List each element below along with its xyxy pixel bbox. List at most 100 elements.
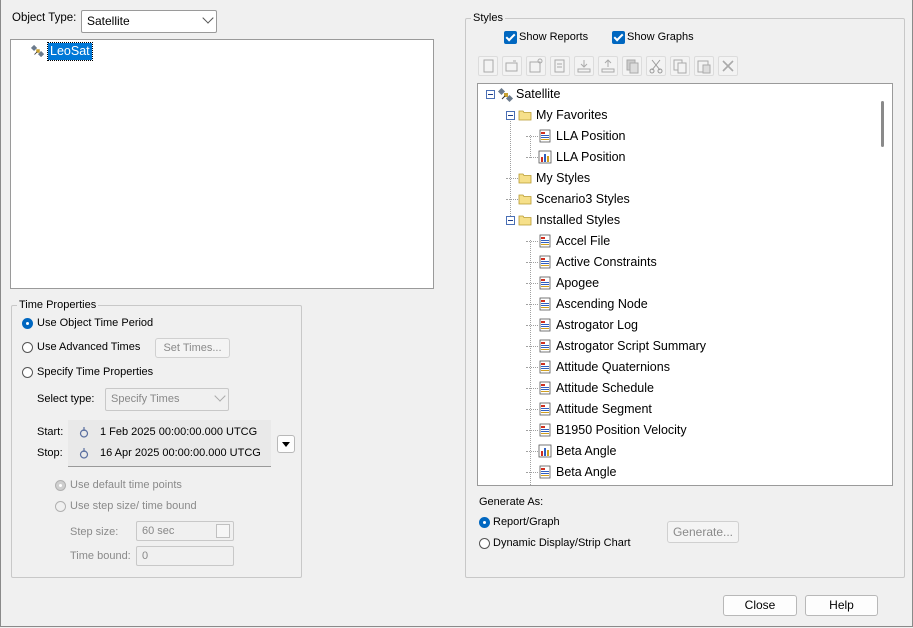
tree-node-style[interactable]: Attitude Segment: [478, 399, 876, 420]
import-button[interactable]: [574, 56, 594, 76]
show-reports-checkbox[interactable]: [504, 31, 517, 44]
object-type-select[interactable]: Satellite: [81, 10, 217, 33]
stop-value[interactable]: 16 Apr 2025 00:00:00.000 UTCG: [100, 447, 261, 459]
generate-button[interactable]: Generate...: [667, 521, 739, 543]
tree-node-folder[interactable]: Scenario3 Styles: [478, 189, 876, 210]
tree-node-style[interactable]: LLA Position: [478, 126, 876, 147]
tree-node-label: Astrogator Script Summary: [556, 339, 707, 353]
help-button[interactable]: Help: [805, 595, 878, 616]
object-type-label: Object Type:: [12, 12, 77, 24]
caret-down-icon: [282, 442, 290, 447]
copy-icon: [673, 59, 687, 74]
tree-node-label: My Styles: [536, 171, 591, 185]
styles-tree[interactable]: Satellite My Favorites LLA Position LLA Pos…: [477, 83, 893, 486]
tree-node-label: LLA Position: [556, 129, 626, 143]
use-default-time-points-radio[interactable]: [55, 480, 66, 491]
tree-branch-line: [526, 367, 538, 368]
tree-branch-line: [526, 409, 538, 410]
tree-node-style[interactable]: Accel File: [478, 231, 876, 252]
graph-style-icon: [538, 444, 552, 458]
cut-button[interactable]: [646, 56, 666, 76]
tree-node-label: Active Constraints: [556, 255, 657, 269]
tree-node-style[interactable]: Apogee: [478, 273, 876, 294]
tree-node-style[interactable]: Attitude Schedule: [478, 378, 876, 399]
tree-branch-line: [526, 388, 538, 389]
report-style-icon: [538, 129, 552, 143]
copy-style-button[interactable]: [622, 56, 642, 76]
tree-node-label: Apogee: [556, 276, 600, 290]
tree-node-style[interactable]: LLA Position: [478, 147, 876, 168]
folder-icon: [518, 192, 532, 206]
report-style-icon: [538, 402, 552, 416]
copy-button[interactable]: [670, 56, 690, 76]
scrollbar-thumb[interactable]: [881, 101, 884, 147]
collapse-toggle-icon[interactable]: [506, 216, 515, 225]
styles-toolbar: [478, 56, 743, 78]
use-step-size-radio[interactable]: [55, 501, 66, 512]
use-advanced-times-label: Use Advanced Times: [37, 341, 141, 353]
properties-button[interactable]: [526, 56, 546, 76]
dynamic-display-radio[interactable]: [479, 538, 490, 549]
tree-node-style[interactable]: Attitude Quaternions: [478, 357, 876, 378]
collapse-toggle-icon[interactable]: [486, 90, 495, 99]
report-style-icon: [538, 360, 552, 374]
step-size-label: Step size:: [70, 526, 119, 538]
use-object-time-period-label: Use Object Time Period: [37, 317, 154, 329]
show-graphs-label: Show Graphs: [627, 31, 694, 43]
specify-time-properties-radio[interactable]: [22, 367, 33, 378]
folder-icon: [518, 108, 532, 122]
collapse-toggle-icon[interactable]: [506, 111, 515, 120]
export-button[interactable]: [598, 56, 618, 76]
time-bound-input[interactable]: 0: [136, 546, 234, 566]
new-style-button[interactable]: [478, 56, 498, 76]
object-list[interactable]: LeoSat: [10, 39, 434, 289]
step-size-picker-icon[interactable]: [216, 524, 230, 538]
tree-node-style[interactable]: Ascending Node: [478, 294, 876, 315]
tree-node-folder[interactable]: Satellite: [478, 84, 876, 105]
tree-node-style[interactable]: Beta Angle: [478, 462, 876, 483]
tree-node-label: My Favorites: [536, 108, 608, 122]
select-type-value: Specify Times: [111, 393, 180, 405]
tree-branch-line: [526, 325, 538, 326]
satellite-icon: [497, 87, 514, 103]
delete-button[interactable]: [718, 56, 738, 76]
start-value[interactable]: 1 Feb 2025 00:00:00.000 UTCG: [100, 426, 257, 438]
paste-button[interactable]: [694, 56, 714, 76]
close-button[interactable]: Close: [723, 595, 797, 616]
set-times-button[interactable]: Set Times...: [155, 338, 230, 358]
tree-node-label: Installed Styles: [536, 213, 621, 227]
select-type-select[interactable]: Specify Times: [105, 388, 229, 411]
start-label: Start:: [37, 426, 64, 438]
tree-node-style[interactable]: Astrogator Script Summary: [478, 336, 876, 357]
properties-icon: [529, 58, 543, 73]
show-reports-label: Show Reports: [519, 31, 589, 43]
object-item-label: LeoSat: [47, 42, 93, 61]
dynamic-display-label: Dynamic Display/Strip Chart: [493, 537, 631, 549]
time-options-button[interactable]: [277, 435, 295, 453]
time-link-icon[interactable]: [78, 426, 90, 438]
time-link-icon[interactable]: [78, 447, 90, 459]
step-size-input[interactable]: 60 sec: [136, 521, 234, 541]
tree-node-folder[interactable]: My Favorites: [478, 105, 876, 126]
delete-icon: [722, 60, 734, 72]
use-object-time-period-radio[interactable]: [22, 318, 33, 329]
tree-node-folder[interactable]: Installed Styles: [478, 210, 876, 231]
new-folder-button[interactable]: [502, 56, 522, 76]
tree-node-folder[interactable]: My Styles: [478, 168, 876, 189]
report-graph-radio[interactable]: [479, 517, 490, 528]
tree-scrollbar[interactable]: [876, 84, 892, 485]
use-advanced-times-radio[interactable]: [22, 342, 33, 353]
tree-node-style[interactable]: Active Constraints: [478, 252, 876, 273]
tree-node-style[interactable]: Beta Angle: [478, 441, 876, 462]
tree-branch-line: [526, 346, 538, 347]
tree-branch-line: [526, 157, 538, 158]
duplicate-button[interactable]: [550, 56, 570, 76]
report-style-icon: [538, 318, 552, 332]
tree-node-style[interactable]: B1950 Position Velocity: [478, 420, 876, 441]
show-graphs-checkbox[interactable]: [612, 31, 625, 44]
tree-node-style[interactable]: Astrogator Log: [478, 315, 876, 336]
tree-branch-line: [526, 430, 538, 431]
stop-label: Stop:: [37, 447, 63, 459]
tree-branch-line: [526, 472, 538, 473]
report-style-icon: [538, 465, 552, 479]
